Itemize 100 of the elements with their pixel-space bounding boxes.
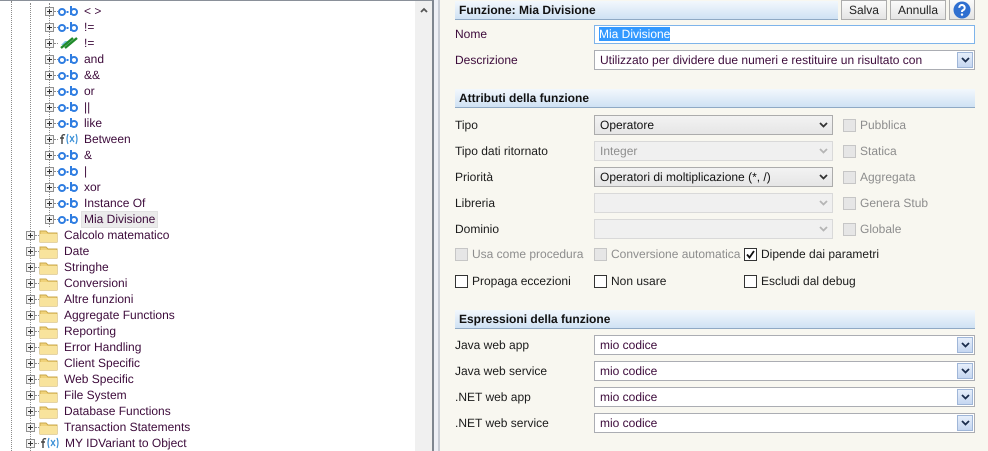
field-label: Java web service xyxy=(455,364,548,378)
expand-icon[interactable] xyxy=(26,246,35,256)
help-button[interactable] xyxy=(949,0,975,20)
tree-item[interactable]: Mia Divisione xyxy=(81,210,158,228)
expand-icon[interactable] xyxy=(45,182,54,192)
expand-icon[interactable] xyxy=(45,38,54,48)
expression-dropdown[interactable]: mio codice xyxy=(594,413,975,433)
checkbox[interactable]: Non usare xyxy=(594,274,744,288)
tree-item[interactable]: Transaction Statements xyxy=(61,418,194,436)
tree-item[interactable]: != xyxy=(81,34,98,52)
folder-icon xyxy=(39,420,58,434)
dropdown[interactable]: Operatore xyxy=(594,115,833,135)
tree-item[interactable]: and xyxy=(81,50,108,68)
function-icon xyxy=(58,133,78,145)
expand-icon[interactable] xyxy=(45,22,54,32)
operator-icon xyxy=(58,22,78,32)
expand-icon[interactable] xyxy=(26,374,35,384)
expand-icon[interactable] xyxy=(26,278,35,288)
expand-icon[interactable] xyxy=(26,390,35,400)
action-button[interactable]: Salva xyxy=(840,0,887,20)
expand-icon[interactable] xyxy=(45,166,54,176)
expand-icon[interactable] xyxy=(26,310,35,320)
folder-icon xyxy=(39,292,58,306)
field-label: .NET web app xyxy=(455,390,532,404)
field-label: Java web app xyxy=(455,338,530,352)
tree-item[interactable]: Database Functions xyxy=(61,402,174,420)
tree-item[interactable]: Aggregate Functions xyxy=(61,306,178,324)
expression-dropdown[interactable]: mio codice xyxy=(594,335,975,355)
scrollbar[interactable] xyxy=(415,0,432,451)
field-label: Nome xyxy=(455,27,488,41)
expand-icon[interactable] xyxy=(26,422,35,432)
tree-item[interactable]: Web Specific xyxy=(61,370,137,388)
folder-icon xyxy=(39,388,58,402)
tree-item[interactable]: Error Handling xyxy=(61,338,144,356)
folder-icon xyxy=(39,372,58,386)
expand-icon[interactable] xyxy=(26,294,35,304)
expand-icon[interactable] xyxy=(26,358,35,368)
description-dropdown[interactable]: Utilizzato per dividere due numeri e restituire un risultato con xyxy=(594,50,975,70)
field-label: Dominio xyxy=(455,222,500,236)
operator-icon xyxy=(58,70,78,80)
expand-icon[interactable] xyxy=(26,262,35,272)
chevron-down-icon xyxy=(960,342,970,348)
expand-icon[interactable] xyxy=(45,86,54,96)
field-label: Priorità xyxy=(455,170,494,184)
folder-icon xyxy=(39,244,58,258)
tree-item[interactable]: MY IDVariant to Object xyxy=(62,434,190,451)
tree-item[interactable]: or xyxy=(81,82,98,100)
tree-item[interactable]: | xyxy=(81,162,90,180)
operator-icon xyxy=(58,214,78,224)
operator-icon xyxy=(58,166,78,176)
chevron-down-icon xyxy=(960,57,970,63)
folder-icon xyxy=(39,260,58,274)
expand-icon[interactable] xyxy=(45,214,54,224)
chevron-down-icon xyxy=(819,122,828,128)
folder-icon xyxy=(39,356,58,370)
chevron-down-icon xyxy=(960,420,970,426)
expand-icon[interactable] xyxy=(45,102,54,112)
tree-item[interactable]: & xyxy=(81,146,96,164)
expand-icon[interactable] xyxy=(45,150,54,160)
tree-item[interactable]: && xyxy=(81,66,104,84)
tree-item[interactable]: || xyxy=(81,98,94,116)
expand-icon[interactable] xyxy=(26,342,35,352)
expand-icon[interactable] xyxy=(45,70,54,80)
expand-icon[interactable] xyxy=(26,230,35,240)
tree-item[interactable]: < > xyxy=(81,2,104,20)
expand-icon[interactable] xyxy=(45,198,54,208)
operator-icon xyxy=(58,182,78,192)
action-button[interactable]: Annulla xyxy=(890,0,946,20)
tree-item[interactable]: Altre funzioni xyxy=(61,290,136,308)
tree-item[interactable]: Date xyxy=(61,242,92,260)
tree-item[interactable]: Reporting xyxy=(61,322,120,340)
checkbox[interactable]: Propaga eccezioni xyxy=(455,274,594,288)
operator-icon xyxy=(58,150,78,160)
tree-item[interactable]: File System xyxy=(61,386,130,404)
expand-icon[interactable] xyxy=(45,6,54,16)
tree-item[interactable]: Client Specific xyxy=(61,354,144,372)
tree-item[interactable]: != xyxy=(81,18,98,36)
expand-icon[interactable] xyxy=(26,406,35,416)
tree-item[interactable]: Stringhe xyxy=(61,258,112,276)
tree-item[interactable]: like xyxy=(81,114,106,132)
tree-item[interactable]: Between xyxy=(81,130,134,148)
expand-icon[interactable] xyxy=(45,118,54,128)
expression-dropdown[interactable]: mio codice xyxy=(594,361,975,381)
scroll-up-icon[interactable] xyxy=(420,7,428,13)
tree-item[interactable]: Calcolo matematico xyxy=(61,226,172,244)
splitter[interactable] xyxy=(432,0,440,451)
field-label: Tipo xyxy=(455,118,479,132)
expression-dropdown[interactable]: mio codice xyxy=(594,387,975,407)
checkbox[interactable]: Escludi dal debug xyxy=(744,274,975,288)
expand-icon[interactable] xyxy=(26,438,35,448)
expand-icon[interactable] xyxy=(45,54,54,64)
checkbox[interactable]: Dipende dai parametri xyxy=(744,247,975,261)
tree-item[interactable]: Conversioni xyxy=(61,274,130,292)
tree-item[interactable]: xor xyxy=(81,178,104,196)
tree-item[interactable]: Instance Of xyxy=(81,194,148,212)
expand-icon[interactable] xyxy=(26,326,35,336)
dropdown[interactable]: Operatori di moltiplicazione (*, /) xyxy=(594,167,833,187)
expand-icon[interactable] xyxy=(45,134,54,144)
folder-icon xyxy=(39,340,58,354)
check-icon xyxy=(746,250,755,258)
